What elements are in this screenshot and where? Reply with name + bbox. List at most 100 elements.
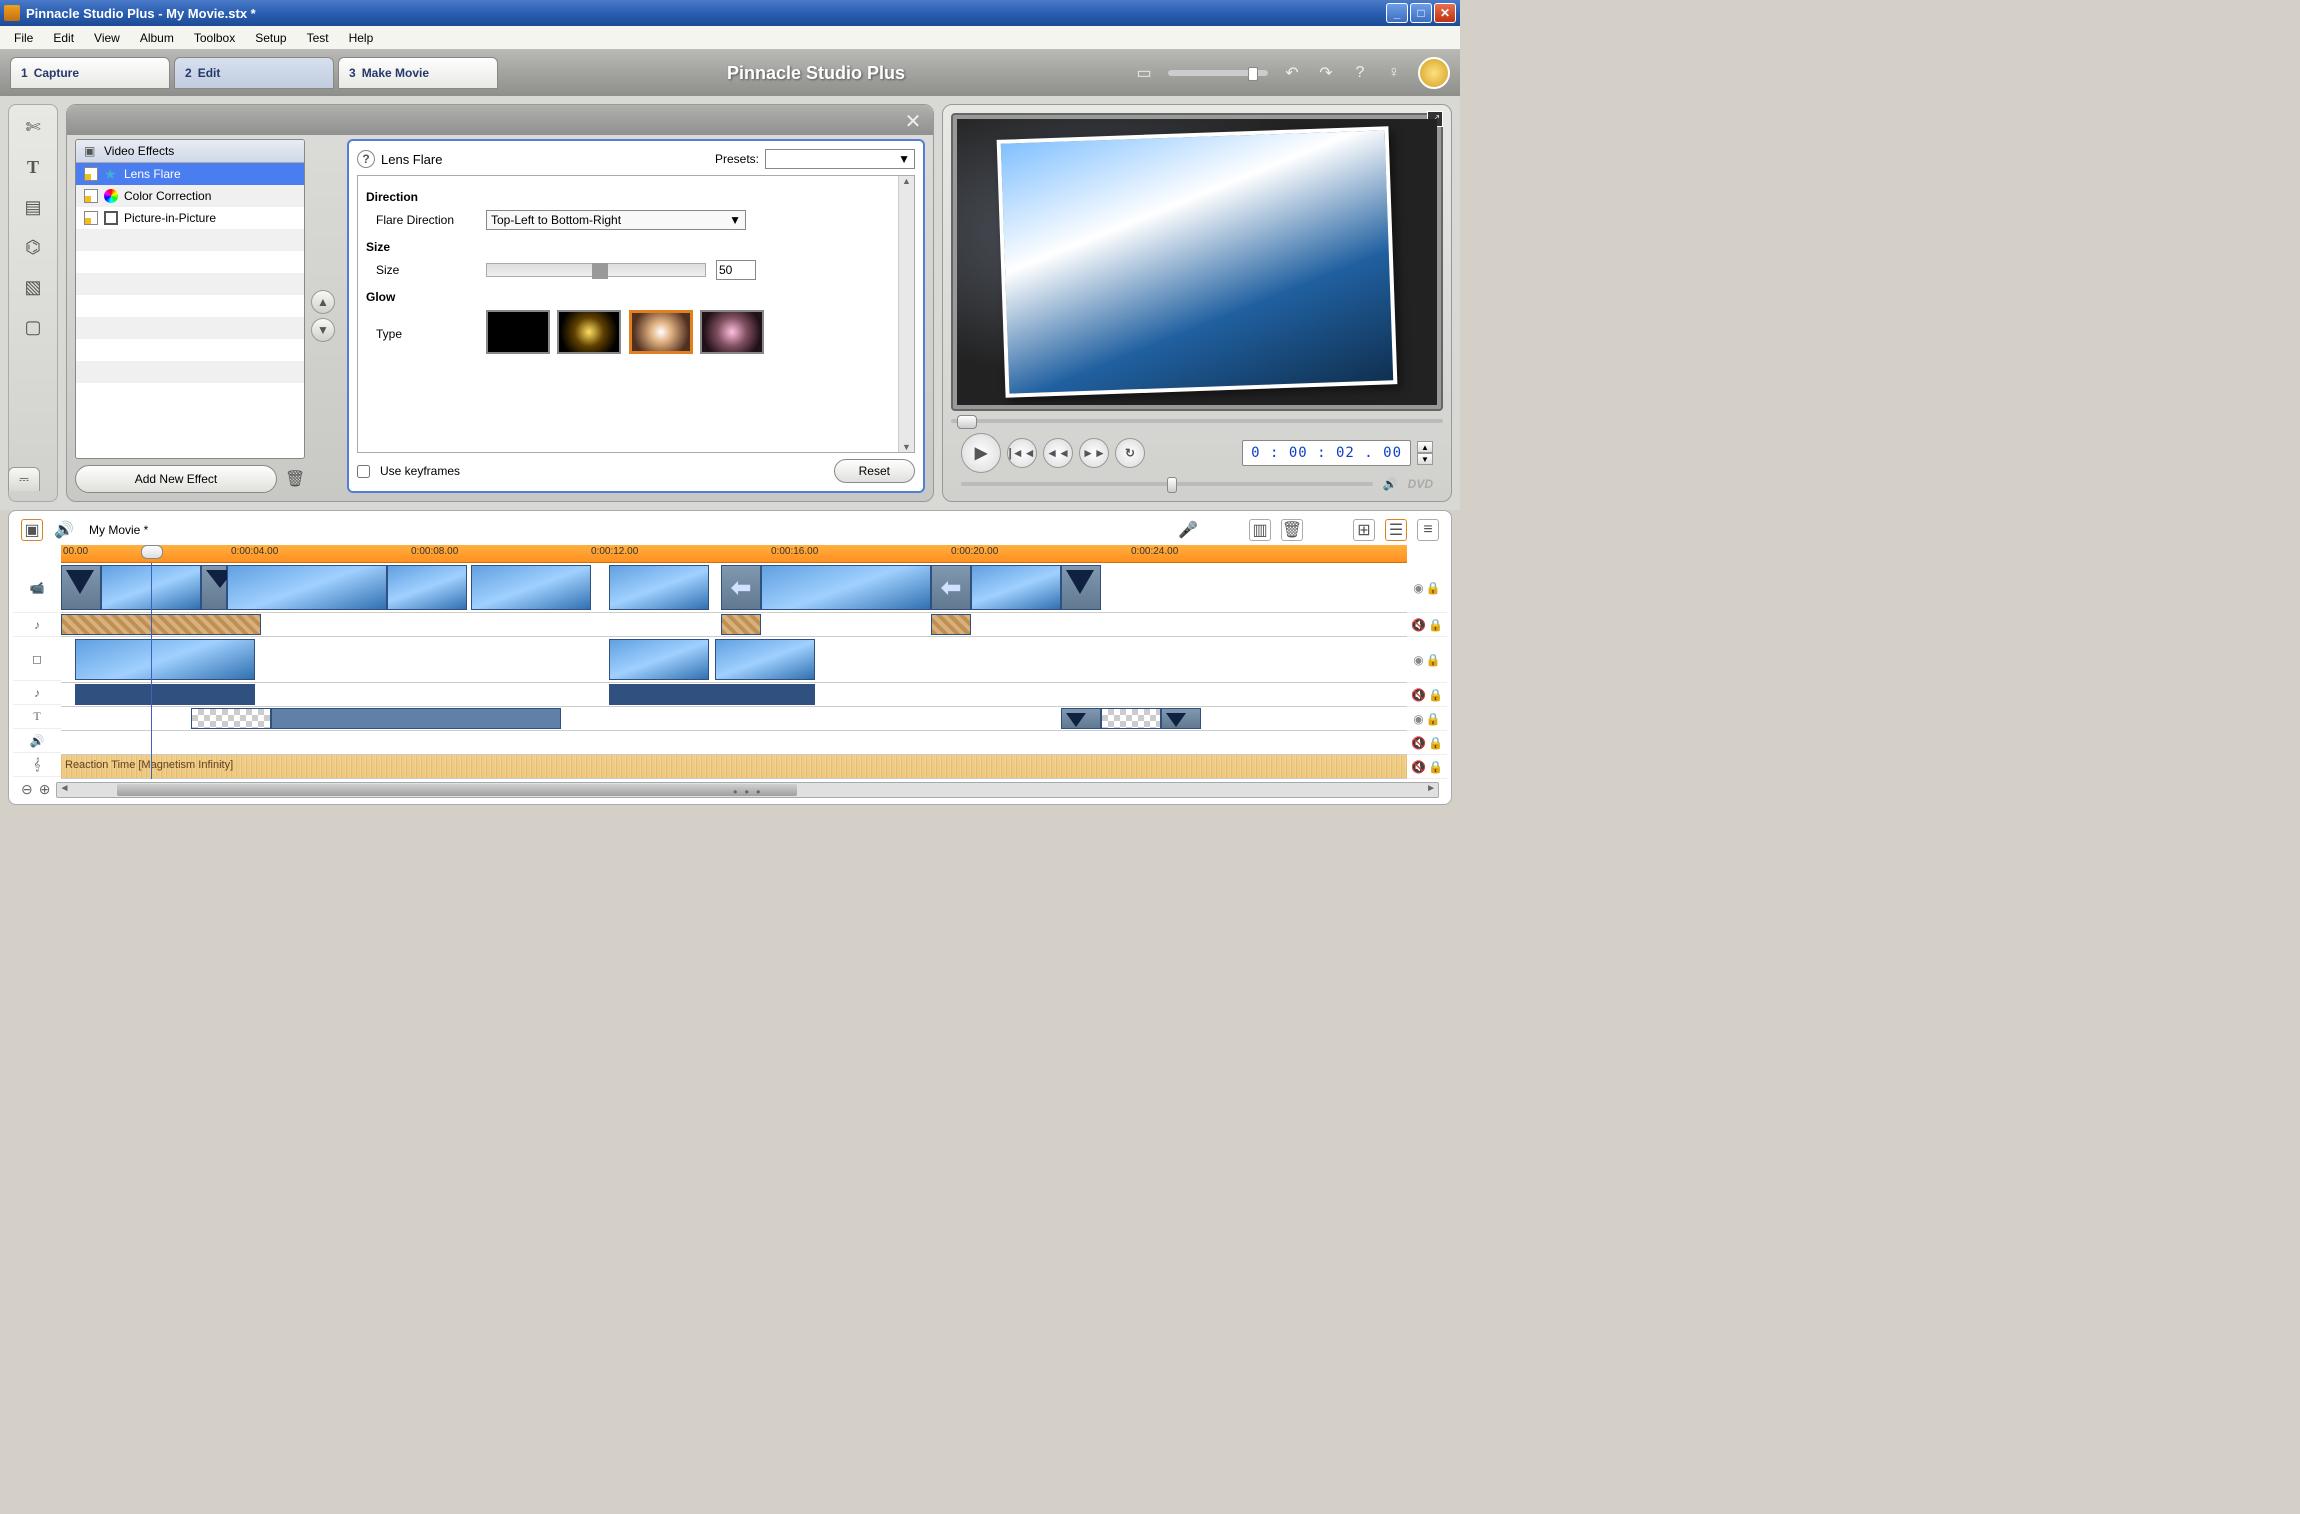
tl-tool-1[interactable]: ▣: [21, 519, 43, 541]
forward-button[interactable]: ►►: [1079, 438, 1109, 468]
title-track[interactable]: [61, 707, 1407, 731]
move-down-button[interactable]: ▼: [311, 318, 335, 342]
playhead-line[interactable]: [151, 563, 152, 779]
transition-clip[interactable]: [61, 565, 101, 610]
menu-help[interactable]: Help: [339, 27, 384, 49]
menu-toolbox[interactable]: Toolbox: [184, 27, 245, 49]
glow-swatch-white[interactable]: [629, 310, 693, 354]
playhead-marker[interactable]: [141, 545, 163, 559]
timecode-down[interactable]: ▼: [1417, 453, 1433, 465]
overlay-clip[interactable]: [75, 639, 255, 680]
bulb-icon[interactable]: ♀: [1384, 63, 1404, 83]
glow-swatch-none[interactable]: [486, 310, 550, 354]
play-button[interactable]: ▶: [961, 433, 1001, 473]
lock-icon[interactable]: 🔒: [1428, 736, 1443, 750]
storyboard-view-icon[interactable]: ⊞: [1353, 519, 1375, 541]
effect-item-lens-flare[interactable]: ★Lens Flare: [76, 163, 304, 185]
menu-view[interactable]: View: [84, 27, 130, 49]
tl-audio-icon[interactable]: 🔊: [53, 519, 75, 541]
stack-icon[interactable]: ▤: [19, 195, 47, 219]
go-start-button[interactable]: |◄◄: [1007, 438, 1037, 468]
audio1-track-icon[interactable]: ♪: [13, 613, 61, 637]
lock-icon[interactable]: 🔒: [1428, 618, 1443, 632]
video-clip[interactable]: [609, 565, 709, 610]
volume-slider[interactable]: [961, 482, 1373, 486]
mute-icon[interactable]: 🔇: [1411, 618, 1426, 632]
top-slider[interactable]: [1168, 70, 1268, 76]
sfx-track-icon[interactable]: 🔊: [13, 729, 61, 753]
maximize-button[interactable]: □: [1410, 3, 1432, 23]
glow-swatch-yellow[interactable]: [557, 310, 621, 354]
menu-edit[interactable]: Edit: [43, 27, 84, 49]
lock-icon[interactable]: 🔒: [1428, 760, 1443, 774]
tracks-area[interactable]: 00.00 0:00:04.00 0:00:08.00 0:00:12.00 0…: [61, 545, 1407, 779]
timeline-ruler[interactable]: 00.00 0:00:04.00 0:00:08.00 0:00:12.00 0…: [61, 545, 1407, 563]
mute-icon[interactable]: 🔇: [1411, 736, 1426, 750]
transition-clip[interactable]: [201, 565, 227, 610]
premium-button[interactable]: [1418, 57, 1450, 89]
menu-album[interactable]: Album: [130, 27, 184, 49]
frame-icon[interactable]: ▢: [19, 315, 47, 339]
video-track[interactable]: ⬅ ⬅: [61, 563, 1407, 613]
size-slider[interactable]: [486, 263, 706, 277]
add-effect-button[interactable]: Add New Effect: [75, 465, 277, 493]
text-view-icon[interactable]: ≡: [1417, 519, 1439, 541]
presets-dropdown[interactable]: ▼: [765, 149, 915, 169]
move-up-button[interactable]: ▲: [311, 290, 335, 314]
use-keyframes-checkbox[interactable]: [357, 465, 370, 478]
timecode-up[interactable]: ▲: [1417, 441, 1433, 453]
video-clip[interactable]: [387, 565, 467, 610]
timeline-view-icon[interactable]: ☰: [1385, 519, 1407, 541]
video-clip[interactable]: [971, 565, 1061, 610]
video-clip[interactable]: [471, 565, 591, 610]
clapboard-icon[interactable]: ▧: [19, 275, 47, 299]
audio2-track-icon[interactable]: ♪: [13, 681, 61, 705]
menu-setup[interactable]: Setup: [245, 27, 296, 49]
effect-item-pip[interactable]: Picture-in-Picture: [76, 207, 304, 229]
minimize-button[interactable]: _: [1386, 3, 1408, 23]
redo-icon[interactable]: ↷: [1316, 63, 1336, 83]
delete-icon[interactable]: 🗑: [1281, 519, 1303, 541]
video-clip[interactable]: [227, 565, 387, 610]
overlay-clip[interactable]: [609, 639, 709, 680]
dvd-icon[interactable]: DVD: [1408, 477, 1433, 491]
mute-icon[interactable]: 🔇: [1411, 688, 1426, 702]
title-track-icon[interactable]: T: [13, 705, 61, 729]
plug-button[interactable]: ⎓: [8, 467, 40, 491]
voiceover-icon[interactable]: 🎤: [1177, 519, 1199, 541]
flare-direction-dropdown[interactable]: Top-Left to Bottom-Right▼: [486, 210, 746, 230]
overlay-audio-track[interactable]: [61, 683, 1407, 707]
razor-icon[interactable]: ▥: [1249, 519, 1271, 541]
lock-icon[interactable]: 🔒: [1428, 688, 1443, 702]
help-icon[interactable]: ?: [1350, 63, 1370, 83]
loop-button[interactable]: ↻: [1115, 438, 1145, 468]
zoom-out-icon[interactable]: ⊖: [21, 781, 33, 798]
audio-link-track[interactable]: [61, 613, 1407, 637]
menu-test[interactable]: Test: [297, 27, 339, 49]
help-button[interactable]: ?: [357, 150, 375, 168]
overlay-track[interactable]: [61, 637, 1407, 683]
mode-tab-make-movie[interactable]: 3Make Movie: [338, 57, 498, 89]
camera-icon[interactable]: ⌬: [19, 235, 47, 259]
size-input[interactable]: [716, 260, 756, 280]
trash-icon[interactable]: 🗑: [285, 469, 305, 489]
eye-icon[interactable]: ◉: [1413, 712, 1423, 726]
menu-file[interactable]: File: [4, 27, 43, 49]
close-button[interactable]: ✕: [1434, 3, 1456, 23]
video-clip[interactable]: [761, 565, 931, 610]
overlay-clip[interactable]: [715, 639, 815, 680]
title-icon[interactable]: T: [19, 155, 47, 179]
panel-close-icon[interactable]: ✕: [903, 111, 923, 131]
reset-button[interactable]: Reset: [834, 459, 915, 483]
timeline-scrollbar[interactable]: • • •: [56, 782, 1439, 798]
lock-icon[interactable]: 🔒: [1426, 581, 1441, 595]
video-track-icon[interactable]: 📹: [13, 563, 61, 613]
music-track[interactable]: Reaction Time [Magnetism Infinity]: [61, 755, 1407, 779]
speaker-icon[interactable]: 🔊: [1383, 477, 1398, 491]
eye-icon[interactable]: ◉: [1413, 581, 1423, 595]
rewind-button[interactable]: ◄◄: [1043, 438, 1073, 468]
mode-tab-capture[interactable]: 1Capture: [10, 57, 170, 89]
glow-swatch-pink[interactable]: [700, 310, 764, 354]
lock-icon[interactable]: 🔒: [1426, 712, 1441, 726]
undo-icon[interactable]: ↶: [1282, 63, 1302, 83]
